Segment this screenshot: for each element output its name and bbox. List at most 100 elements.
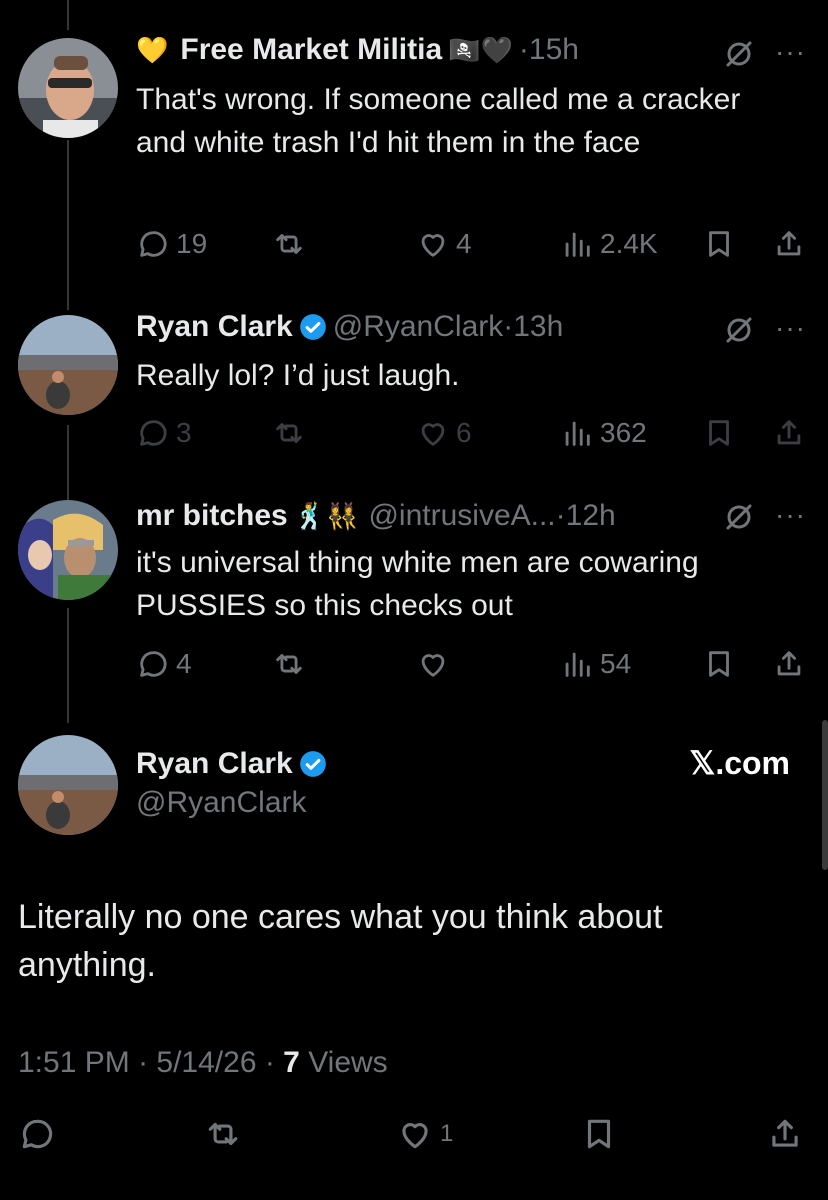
repost-button[interactable] xyxy=(272,644,306,684)
main-actions: 1 xyxy=(18,1114,808,1154)
share-button[interactable] xyxy=(772,413,806,453)
repost-icon xyxy=(208,1122,238,1146)
views-label: Views xyxy=(308,1046,388,1079)
author-handle[interactable]: @intrusiveA... xyxy=(368,499,555,533)
share-button[interactable] xyxy=(772,224,806,264)
separator: · xyxy=(264,1046,284,1079)
heart-icon xyxy=(402,1123,428,1149)
avatar[interactable] xyxy=(18,38,118,138)
views-count: 362 xyxy=(600,417,647,448)
pirate-flag-emoji: 🏴‍☠️🖤 xyxy=(448,34,513,65)
timestamp[interactable]: ·13h xyxy=(503,310,563,344)
reply-icon xyxy=(140,651,167,677)
author-name[interactable]: mr bitches xyxy=(136,499,288,533)
heart-icon xyxy=(421,234,445,257)
views-button[interactable]: 362 xyxy=(560,413,647,453)
views-button[interactable]: 2.4K xyxy=(560,224,658,264)
tweet-time[interactable]: 1:51 PM xyxy=(18,1046,130,1079)
like-button[interactable]: 4 xyxy=(416,224,472,264)
views-count: 2.4K xyxy=(600,228,658,259)
views-count: 7 xyxy=(283,1046,300,1079)
analytics-icon xyxy=(565,652,590,677)
main-tweet-text: Literally no one cares what you think ab… xyxy=(18,898,663,984)
verified-badge-icon xyxy=(299,314,326,340)
like-button[interactable] xyxy=(416,644,450,684)
avatar[interactable] xyxy=(18,735,118,835)
thread-line xyxy=(67,140,69,310)
reply-icon xyxy=(140,420,167,446)
reply-count: 19 xyxy=(176,228,208,259)
bookmark-icon xyxy=(587,1119,611,1149)
like-button[interactable]: 6 xyxy=(416,413,472,453)
author-name[interactable]: Ryan Clark xyxy=(136,310,293,344)
timestamp[interactable]: ·15h xyxy=(519,33,579,67)
bookmark-button[interactable] xyxy=(580,1114,618,1154)
like-button[interactable]: 1 xyxy=(396,1114,453,1154)
reply-text: That's wrong. If someone called me a cra… xyxy=(136,83,741,159)
reply-button[interactable]: 19 xyxy=(136,224,207,264)
reply-count: 3 xyxy=(176,417,192,448)
reply-header: 💛 Free Market Militia 🏴‍☠️🖤 ·15h xyxy=(136,30,579,70)
like-count: 4 xyxy=(456,228,472,259)
repost-icon xyxy=(276,234,302,254)
bookmark-icon xyxy=(709,231,729,257)
reply-actions: 3 6 362 xyxy=(136,413,808,453)
bookmark-icon xyxy=(709,651,729,677)
bookmark-button[interactable] xyxy=(702,413,736,453)
repost-icon xyxy=(276,654,302,674)
bookmark-icon xyxy=(709,420,729,446)
analytics-icon xyxy=(565,232,590,257)
views-count: 54 xyxy=(600,648,632,679)
avatar[interactable] xyxy=(18,500,118,600)
author-handle[interactable]: @RyanClark xyxy=(333,310,504,344)
share-icon xyxy=(777,231,801,256)
like-count: 6 xyxy=(456,417,472,448)
repost-button[interactable] xyxy=(204,1114,242,1154)
grok-icon[interactable] xyxy=(722,37,756,71)
thread-line xyxy=(67,0,69,30)
more-options-button[interactable]: ··· xyxy=(775,36,806,68)
tweet-metadata: 1:51 PM · 5/14/26 · 7 Views xyxy=(18,1046,388,1080)
reply-actions: 4 54 xyxy=(136,644,808,684)
thread-line xyxy=(67,425,69,500)
tweet-date[interactable]: 5/14/26 xyxy=(156,1046,256,1079)
scrollbar[interactable] xyxy=(822,720,828,870)
reply-button[interactable] xyxy=(18,1114,56,1154)
reply-icon xyxy=(140,231,167,257)
bookmark-button[interactable] xyxy=(702,644,736,684)
separator: · xyxy=(138,1046,157,1079)
repost-button[interactable] xyxy=(272,224,306,264)
yellow-heart-emoji: 💛 xyxy=(136,34,169,65)
reply-count: 4 xyxy=(176,648,192,679)
reply-header: mr bitches 🕺👯‍♀️ @intrusiveA... ·12h xyxy=(136,496,616,536)
verified-badge-icon xyxy=(299,751,326,777)
reply-actions: 19 4 2.4K xyxy=(136,224,808,264)
heart-icon xyxy=(421,654,445,677)
share-icon xyxy=(777,420,801,445)
share-button[interactable] xyxy=(772,644,806,684)
author-name[interactable]: Ryan Clark xyxy=(136,747,293,781)
grok-icon[interactable] xyxy=(722,313,756,347)
timestamp[interactable]: ·12h xyxy=(556,499,616,533)
x-watermark: 𝕏.com xyxy=(689,745,790,781)
repost-icon xyxy=(276,423,302,443)
thread-line xyxy=(67,608,69,723)
author-handle[interactable]: @RyanClark xyxy=(136,786,307,820)
views-button[interactable]: 54 xyxy=(560,644,631,684)
reply-text: it's universal thing white men are cowar… xyxy=(136,546,699,622)
reply-button[interactable]: 4 xyxy=(136,644,192,684)
reply-button[interactable]: 3 xyxy=(136,413,192,453)
avatar[interactable] xyxy=(18,315,118,415)
like-count: 1 xyxy=(440,1120,454,1147)
share-button[interactable] xyxy=(766,1114,804,1154)
share-icon xyxy=(772,1119,798,1147)
author-name[interactable]: Free Market Militia xyxy=(180,33,442,67)
repost-button[interactable] xyxy=(272,413,306,453)
more-options-button[interactable]: ··· xyxy=(775,312,806,344)
more-options-button[interactable]: ··· xyxy=(775,499,806,531)
heart-icon xyxy=(421,423,445,446)
main-author: Ryan Clark xyxy=(136,744,333,784)
grok-icon[interactable] xyxy=(722,500,756,534)
reply-icon xyxy=(22,1119,53,1149)
bookmark-button[interactable] xyxy=(702,224,736,264)
